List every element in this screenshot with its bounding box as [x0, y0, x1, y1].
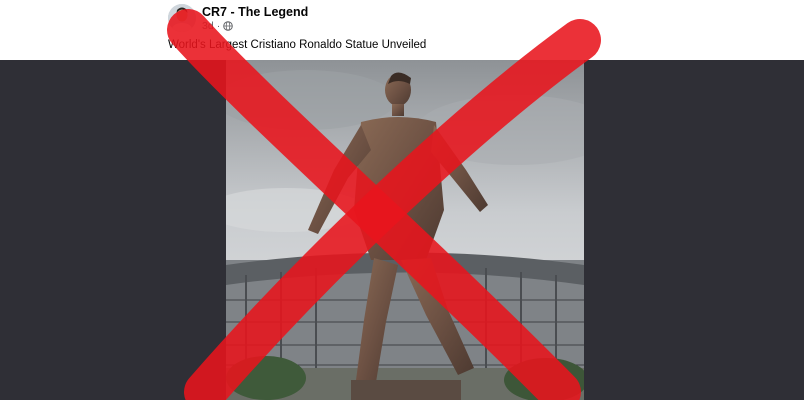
statue-photo[interactable]	[226, 60, 584, 400]
post-header: CR7 - The Legend 3d · World's Largest Cr…	[158, 0, 646, 60]
post-meta: 3d ·	[202, 20, 233, 32]
avatar[interactable]	[168, 4, 196, 32]
post-caption: World's Largest Cristiano Ronaldo Statue…	[168, 39, 427, 51]
page-name-link[interactable]: CR7 - The Legend	[202, 5, 308, 19]
avatar-image	[168, 4, 196, 32]
globe-icon	[223, 21, 233, 31]
post-time[interactable]: 3d	[202, 20, 214, 32]
